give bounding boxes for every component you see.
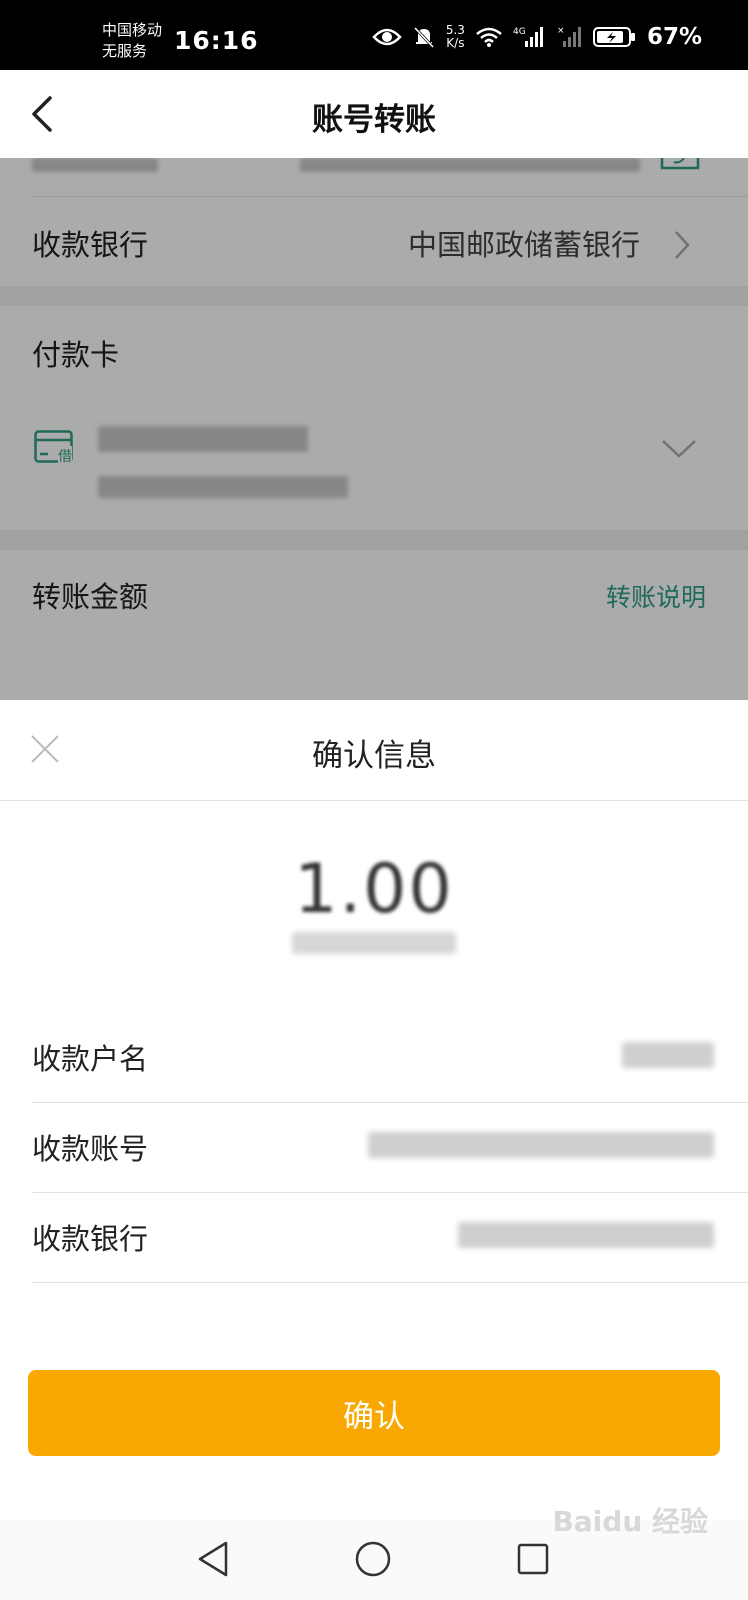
svg-text:4G: 4G	[513, 27, 526, 37]
carrier-service: 无服务	[102, 42, 148, 60]
back-triangle-icon[interactable]	[196, 1540, 230, 1578]
recents-square-icon[interactable]	[516, 1542, 550, 1576]
payee-name-label: 收款户名	[32, 1042, 149, 1076]
status-time: 16:16	[174, 26, 259, 55]
mute-bell-icon	[413, 26, 434, 49]
info-divider	[32, 1282, 748, 1283]
payee-bank-blurred	[458, 1222, 714, 1248]
info-divider	[32, 1102, 748, 1103]
confirm-button[interactable]: 确认	[28, 1370, 720, 1456]
svg-text:×: ×	[557, 26, 565, 36]
app-header: 账号转账	[0, 70, 748, 158]
carrier-info: 中国移动 无服务	[102, 20, 162, 62]
payee-bank-label: 收款银行	[32, 1222, 149, 1256]
home-circle-icon[interactable]	[354, 1540, 392, 1578]
signal-none-icon: ×	[557, 26, 581, 47]
payee-name-blurred	[622, 1042, 714, 1068]
net-speed: 5.3 K/s	[446, 24, 465, 50]
battery-percent: 67%	[646, 24, 702, 50]
page-title: 账号转账	[312, 102, 436, 138]
sheet-header-divider	[0, 800, 748, 801]
payee-account-blurred	[368, 1132, 714, 1158]
battery-charging-icon	[592, 27, 635, 47]
carrier-name: 中国移动	[102, 21, 163, 39]
signal-4g-icon: 4G	[513, 27, 543, 47]
confirm-amount: 1.00	[294, 850, 454, 929]
modal-backdrop[interactable]	[0, 158, 748, 700]
sheet-title: 确认信息	[312, 738, 436, 774]
wifi-icon	[476, 27, 502, 47]
status-bar: 中国移动 无服务 16:16 5.3 K/s 4G × 67%	[0, 0, 748, 70]
eye-icon	[372, 28, 402, 46]
amount-in-words-blurred	[292, 932, 456, 954]
status-icons: 5.3 K/s 4G × 67%	[372, 24, 702, 50]
info-divider	[32, 1192, 748, 1193]
confirm-sheet: 确认信息 1.00 收款户名 收款账号 收款银行 确认	[0, 700, 748, 1520]
net-speed-unit: K/s	[446, 36, 465, 50]
baidu-watermark: Baidu 经验	[552, 1505, 708, 1538]
payee-account-label: 收款账号	[32, 1132, 149, 1166]
